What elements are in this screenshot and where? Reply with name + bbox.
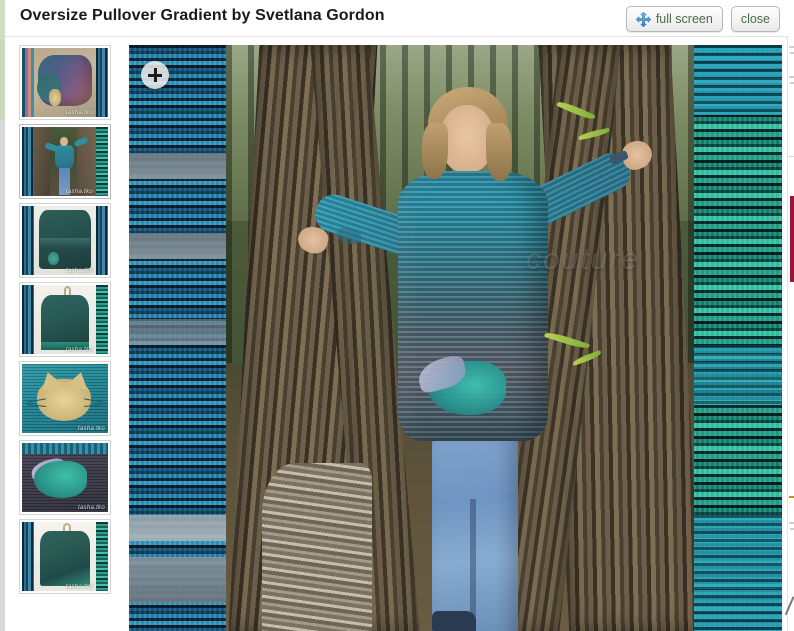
viewer-header: Oversize Pullover Gradient by Svetlana G…	[5, 0, 788, 37]
thumbnail-photo: tasha.tko	[34, 522, 96, 591]
thumbnail-item[interactable]: tasha.tko	[19, 519, 111, 594]
close-button-label: close	[740, 11, 770, 26]
main-image-stage: couture	[129, 45, 788, 631]
background-accent-bar	[790, 196, 794, 282]
thumbnail-item[interactable]: tasha.tko	[19, 282, 111, 357]
thumbnail-item[interactable]: tasha.tko	[19, 361, 111, 436]
knit-strip-left	[22, 48, 35, 117]
zoom-in-button[interactable]	[141, 61, 169, 89]
background-line	[790, 52, 794, 54]
thumbnail-photo: tasha.tko	[34, 285, 96, 354]
knit-band-left	[129, 45, 226, 631]
knit-band-right	[694, 45, 782, 631]
thumbnail-photo	[22, 364, 108, 433]
header-actions: full screen close	[625, 6, 780, 32]
knit-strip-right	[95, 206, 108, 275]
knit-strip-right	[95, 285, 108, 354]
knit-strip-right	[95, 48, 108, 117]
thumbnail-item[interactable]: tasha.tko	[19, 440, 111, 515]
background-line	[789, 522, 794, 524]
background-line	[789, 76, 794, 78]
page-background-right-edge: /	[784, 36, 794, 631]
knit-strip-right	[95, 522, 108, 591]
thumbnail-item-selected[interactable]: tasha.tko	[19, 124, 111, 199]
knit-strip-left	[22, 522, 35, 591]
thumbnail-photo: tasha.tko	[34, 127, 96, 196]
thumbnail-item[interactable]: tasha.tko	[19, 203, 111, 278]
main-photo: couture	[226, 45, 694, 631]
thumbnail-rail[interactable]: tasha.tko tasha.tko tasha.tko tasha.tko …	[5, 37, 129, 631]
background-line	[790, 82, 794, 84]
thumbnail-photo	[22, 443, 108, 512]
page-background-left-edge	[0, 0, 5, 631]
background-line	[789, 496, 794, 498]
page-title: Oversize Pullover Gradient by Svetlana G…	[20, 7, 385, 24]
thumbnail-photo: tasha.tko	[34, 206, 96, 275]
thumbnail-item[interactable]: tasha.tko	[19, 45, 111, 120]
full-screen-button-label: full screen	[655, 11, 713, 26]
knit-strip-left	[22, 206, 35, 275]
full-screen-button[interactable]: full screen	[625, 6, 723, 32]
main-image[interactable]: couture	[129, 45, 782, 631]
image-viewer-modal: / Oversize Pullover Gradient by Svetlana…	[0, 0, 794, 631]
background-line	[789, 46, 794, 48]
four-way-arrows-icon	[635, 11, 651, 27]
background-line	[790, 528, 794, 530]
background-divider	[788, 156, 794, 157]
close-button[interactable]: close	[730, 6, 780, 32]
viewer-body: tasha.tko tasha.tko tasha.tko tasha.tko …	[5, 37, 788, 631]
knit-strip-left	[22, 127, 35, 196]
thumbnail-photo: tasha.tko	[34, 48, 96, 117]
knit-strip-left	[22, 285, 35, 354]
knit-strip-right	[95, 127, 108, 196]
model-figure	[295, 79, 656, 631]
